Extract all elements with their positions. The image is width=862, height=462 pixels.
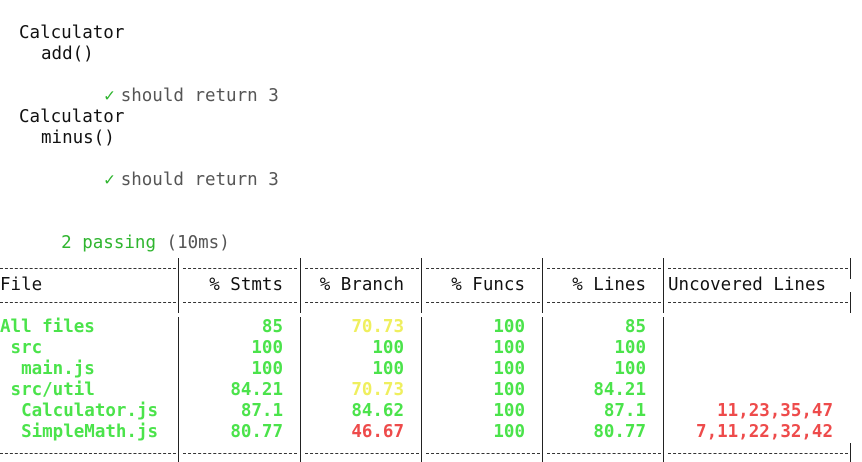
- cell-stmts: 100: [251, 338, 283, 358]
- suite-title: Calculator: [19, 23, 125, 43]
- cell-stmts: 84.21: [230, 380, 283, 400]
- check-icon: ✓: [104, 170, 115, 190]
- cell-stmts: 80.77: [230, 422, 283, 442]
- cell-branch: 46.67: [351, 422, 404, 442]
- cell-funcs: 100: [493, 317, 525, 337]
- cell-uncovered: 11,23,35,47: [717, 401, 833, 421]
- cell-funcs: 100: [493, 401, 525, 421]
- cell-branch: 100: [372, 359, 404, 379]
- cell-lines: 85: [624, 317, 646, 337]
- test-duration: (10ms): [166, 233, 230, 253]
- cell-uncovered: [668, 317, 833, 338]
- cell-lines: 84.21: [593, 380, 646, 400]
- cell-uncovered: 7,11,22,32,42: [696, 422, 833, 442]
- cell-funcs: 100: [493, 422, 525, 442]
- terminal-output: Calculator add() ✓ should return 3 Calcul…: [0, 0, 862, 462]
- cell-lines: 100: [614, 359, 646, 379]
- test-name: should return 3: [120, 86, 279, 106]
- cell-lines: 87.1: [603, 401, 646, 421]
- table-separator: [0, 443, 862, 462]
- suite-method: add(): [41, 44, 94, 64]
- cell-file: All files: [0, 317, 95, 337]
- table-row: main.js 100 100 100 100: [0, 359, 862, 380]
- cell-uncovered: [668, 359, 833, 380]
- cell-file: Calculator.js: [0, 401, 159, 421]
- table-row: src/util 84.21 70.73 100 84.21: [0, 380, 862, 401]
- cell-stmts: 87.1: [240, 401, 283, 421]
- table-row: Calculator.js 87.1 84.62 100 87.1 11,23,…: [0, 401, 862, 422]
- cell-stmts: 100: [251, 359, 283, 379]
- cell-lines: 100: [614, 338, 646, 358]
- cell-uncovered: [668, 380, 833, 401]
- cell-funcs: 100: [493, 338, 525, 358]
- cell-branch: 70.73: [351, 317, 404, 337]
- cell-file: src/util: [0, 380, 95, 400]
- cell-file: main.js: [0, 359, 95, 379]
- check-icon: ✓: [104, 86, 115, 106]
- cell-branch: 84.62: [351, 401, 404, 421]
- cell-uncovered: [668, 338, 833, 359]
- table-row: src 100 100 100 100: [0, 338, 862, 359]
- test-result: ✓ should return 3: [62, 149, 279, 190]
- table-row: SimpleMath.js 80.77 46.67 100 80.77 7,11…: [0, 422, 862, 443]
- suite-method: minus(): [41, 128, 115, 148]
- test-summary: 2 passing (10ms): [19, 212, 230, 253]
- cell-branch: 100: [372, 338, 404, 358]
- table-separator: [0, 292, 862, 313]
- suite-title: Calculator: [19, 107, 125, 127]
- cell-funcs: 100: [493, 380, 525, 400]
- passing-count: 2 passing: [61, 233, 156, 253]
- table-row: All files 85 70.73 100 85: [0, 317, 862, 338]
- cell-stmts: 85: [261, 317, 283, 337]
- cell-branch: 70.73: [351, 380, 404, 400]
- test-result: ✓ should return 3: [62, 65, 279, 106]
- cell-lines: 80.77: [593, 422, 646, 442]
- cell-funcs: 100: [493, 359, 525, 379]
- test-name: should return 3: [120, 170, 279, 190]
- cell-file: src: [0, 338, 43, 358]
- cell-file: SimpleMath.js: [0, 422, 159, 442]
